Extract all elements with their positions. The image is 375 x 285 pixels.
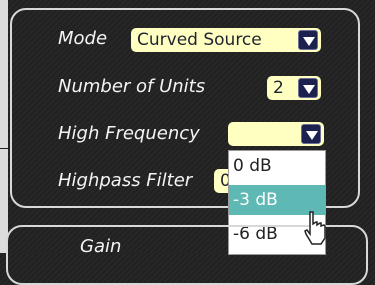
high-frequency-select[interactable] — [228, 122, 324, 146]
mode-value: Curved Source — [137, 30, 262, 50]
option-0db[interactable]: 0 dB — [229, 151, 325, 181]
mode-label: Mode — [58, 28, 108, 49]
gain-label: Gain — [80, 236, 122, 257]
chevron-down-icon[interactable] — [298, 78, 318, 98]
mode-select[interactable]: Curved Source — [131, 28, 321, 52]
high-frequency-label: High Frequency — [58, 123, 200, 144]
units-label: Number of Units — [58, 76, 206, 97]
units-select[interactable]: 2 — [267, 76, 321, 100]
chevron-down-icon[interactable] — [298, 30, 318, 50]
units-value: 2 — [273, 78, 284, 98]
highpass-filter-label: Highpass Filter — [58, 170, 193, 191]
window-edge — [0, 0, 8, 253]
mouse-cursor-icon — [304, 211, 326, 245]
chevron-down-icon[interactable] — [301, 124, 321, 144]
